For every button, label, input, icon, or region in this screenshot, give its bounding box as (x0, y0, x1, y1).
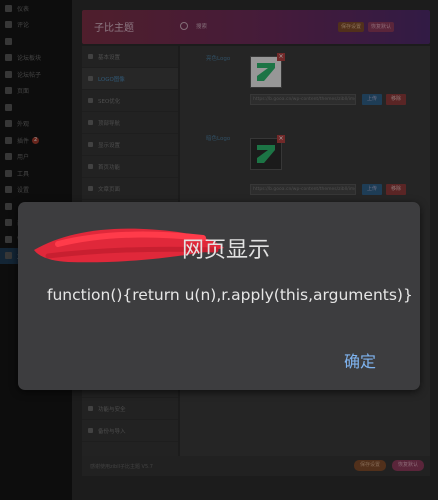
dialog-ok-button[interactable]: 确定 (344, 348, 376, 372)
dialog-title: 网页显示 (181, 238, 270, 263)
dialog-message: function(){return u(n),r.apply(this,argu… (47, 286, 413, 304)
alert-dialog: 网页显示 function(){return u(n),r.apply(this… (18, 202, 420, 390)
